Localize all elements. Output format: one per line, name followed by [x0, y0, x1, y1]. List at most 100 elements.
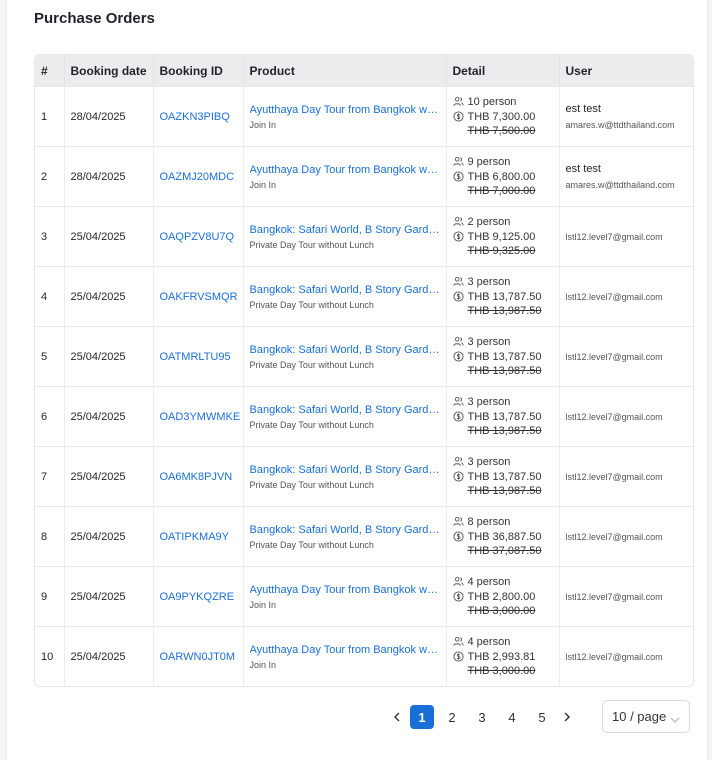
original-price: THB 13,987.50	[467, 305, 542, 317]
booking-id-link[interactable]: OAZKN3PIBQ	[160, 111, 230, 123]
user-name: est test	[565, 103, 601, 115]
product-cell: Bangkok: Safari World, B Story Garden...…	[243, 206, 447, 267]
product-link[interactable]: Bangkok: Safari World, B Story Garden...	[250, 344, 440, 356]
price-line: THB 2,800.00	[452, 589, 553, 604]
booking-id-link[interactable]: OAZMJ20MDC	[160, 171, 235, 183]
row-index: 7	[35, 446, 65, 507]
booking-date: 25/04/2025	[70, 410, 126, 423]
product-link[interactable]: Ayutthaya Day Tour from Bangkok with...	[250, 644, 440, 656]
detail-cell: 4 person THB 2,993.81 THB 3,000.00	[446, 626, 560, 686]
persons-line: 4 person	[452, 634, 553, 649]
product-cell: Bangkok: Safari World, B Story Garden...…	[243, 446, 447, 507]
detail-cell: 3 person THB 13,787.50 THB 13,987.50	[446, 326, 560, 387]
booking-id-link[interactable]: OATIPKMA9Y	[160, 531, 229, 543]
page-size-select[interactable]: 10 / page	[602, 700, 690, 733]
booking-date-cell: 25/04/2025	[64, 266, 154, 327]
booking-date-cell: 25/04/2025	[64, 206, 154, 267]
product-link[interactable]: Bangkok: Safari World, B Story Garden...	[250, 224, 440, 236]
coin-icon	[452, 471, 464, 482]
person-count: 4 person	[467, 635, 511, 648]
booking-id-link[interactable]: OAQPZV8U7Q	[160, 231, 235, 243]
page-3[interactable]: 3	[470, 705, 494, 729]
product-option: Private Day Tour without Lunch	[249, 239, 374, 250]
detail-cell: 3 person THB 13,787.50 THB 13,987.50	[446, 266, 560, 327]
page-2[interactable]: 2	[440, 705, 464, 729]
coin-icon	[452, 291, 464, 302]
price-line: THB 9,125.00	[452, 229, 553, 244]
price: THB 6,800.00	[467, 170, 536, 183]
user-cell: lstl12.level7@gmail.com	[559, 446, 693, 507]
booking-id-link[interactable]: OAKFRVSMQR	[160, 291, 238, 303]
user-cell: lstl12.level7@gmail.com	[559, 386, 693, 447]
user-email: lstl12.level7@gmail.com	[565, 591, 663, 602]
coin-icon	[452, 231, 464, 242]
user-email: lstl12.level7@gmail.com	[565, 411, 663, 422]
booking-date-cell: 28/04/2025	[64, 146, 154, 207]
table-row: 2 28/04/2025 OAZMJ20MDC Ayutthaya Day To…	[35, 146, 693, 207]
product-link[interactable]: Ayutthaya Day Tour from Bangkok with...	[250, 104, 440, 116]
page-1[interactable]: 1	[410, 705, 434, 729]
row-index: 6	[35, 386, 65, 447]
booking-date: 25/04/2025	[70, 590, 126, 603]
coin-icon	[452, 351, 464, 362]
table-row: 8 25/04/2025 OATIPKMA9Y Bangkok: Safari …	[35, 506, 693, 567]
user-email: lstl12.level7@gmail.com	[565, 651, 663, 662]
table-row: 3 25/04/2025 OAQPZV8U7Q Bangkok: Safari …	[35, 206, 693, 267]
booking-date: 25/04/2025	[70, 230, 126, 243]
product-link[interactable]: Bangkok: Safari World, B Story Garden...	[250, 464, 440, 476]
booking-date: 28/04/2025	[70, 170, 126, 183]
product-link[interactable]: Bangkok: Safari World, B Story Garden...	[250, 524, 440, 536]
original-price: THB 13,987.50	[467, 425, 542, 437]
booking-id-link[interactable]: OA9PYKQZRE	[160, 591, 235, 603]
persons-line: 3 person	[452, 394, 553, 409]
users-icon	[452, 577, 464, 586]
header-index: #	[35, 55, 65, 87]
booking-id-cell: OAZKN3PIBQ	[153, 86, 244, 147]
pagination: 1 2 3 4 5	[387, 700, 577, 734]
booking-id-link[interactable]: OATMRLTU95	[160, 351, 231, 363]
users-icon	[452, 277, 464, 286]
original-price: THB 37,087.50	[467, 545, 542, 557]
product-option: Join In	[249, 119, 277, 130]
product-link[interactable]: Ayutthaya Day Tour from Bangkok with...	[250, 584, 440, 596]
users-icon	[452, 637, 464, 646]
purchase-orders-card: Purchase Orders # Booking date Booking I…	[6, 0, 708, 760]
page-4[interactable]: 4	[500, 705, 524, 729]
page-5[interactable]: 5	[530, 705, 554, 729]
price-line: THB 7,300.00	[452, 109, 553, 124]
chevron-right-icon[interactable]	[557, 706, 577, 728]
original-price: THB 3,000.00	[467, 605, 536, 617]
booking-id-link[interactable]: OAD3YMWMKE	[160, 411, 241, 423]
product-cell: Bangkok: Safari World, B Story Garden...…	[243, 506, 447, 567]
booking-id-link[interactable]: OA6MK8PJVN	[160, 471, 233, 483]
product-link[interactable]: Bangkok: Safari World, B Story Garden...	[250, 284, 440, 296]
chevron-left-icon[interactable]	[387, 706, 407, 728]
detail-cell: 8 person THB 36,887.50 THB 37,087.50	[446, 506, 560, 567]
price: THB 7,300.00	[467, 110, 536, 123]
original-price: THB 3,000.00	[467, 665, 536, 677]
booking-date-cell: 25/04/2025	[64, 506, 154, 567]
user-email: lstl12.level7@gmail.com	[565, 231, 663, 242]
person-count: 10 person	[467, 95, 517, 108]
product-option: Private Day Tour without Lunch	[249, 539, 374, 550]
table-row: 7 25/04/2025 OA6MK8PJVN Bangkok: Safari …	[35, 446, 693, 507]
booking-id-cell: OARWN0JT0M	[153, 626, 244, 686]
price: THB 2,800.00	[467, 590, 536, 603]
detail-cell: 2 person THB 9,125.00 THB 9,325.00	[446, 206, 560, 267]
users-icon	[452, 397, 464, 406]
row-index: 2	[35, 146, 65, 207]
booking-id-link[interactable]: OARWN0JT0M	[160, 651, 236, 663]
person-count: 3 person	[467, 395, 511, 408]
booking-date: 28/04/2025	[70, 110, 126, 123]
price-line: THB 13,787.50	[452, 349, 553, 364]
row-index-value: 5	[41, 350, 48, 363]
product-option: Private Day Tour without Lunch	[249, 419, 374, 430]
product-link[interactable]: Bangkok: Safari World, B Story Garden...	[250, 404, 440, 416]
price: THB 13,787.50	[467, 290, 542, 303]
detail-cell: 4 person THB 2,800.00 THB 3,000.00	[446, 566, 560, 627]
product-option: Join In	[249, 179, 277, 190]
product-link[interactable]: Ayutthaya Day Tour from Bangkok with...	[250, 164, 440, 176]
persons-line: 2 person	[452, 214, 553, 229]
price: THB 2,993.81	[467, 650, 536, 663]
booking-date-cell: 25/04/2025	[64, 446, 154, 507]
